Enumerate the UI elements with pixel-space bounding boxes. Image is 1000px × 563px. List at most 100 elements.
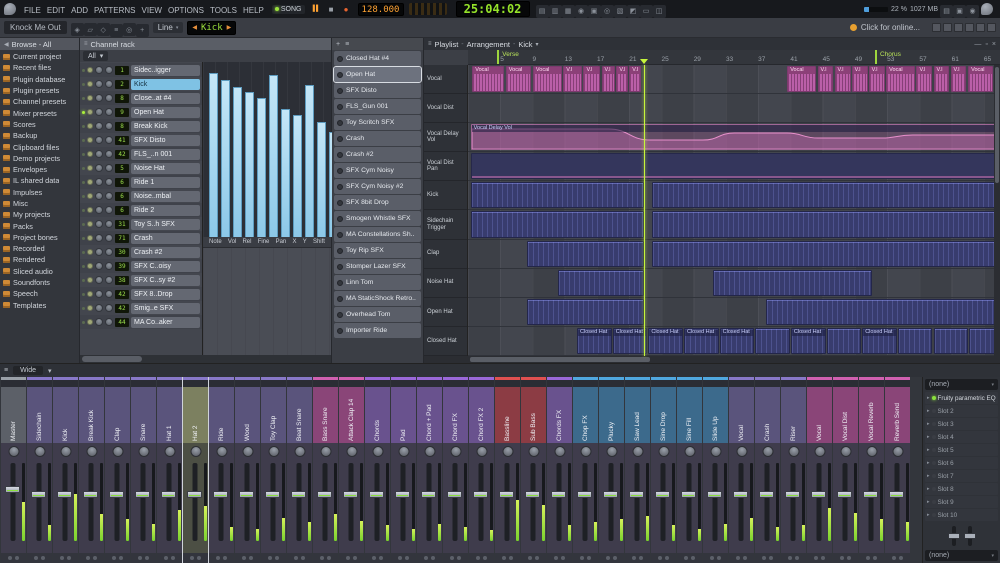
fader-handle[interactable] [135,491,150,498]
channel-mute-toggle[interactable] [87,291,93,297]
fx-slot[interactable]: ▸Slot 6 [925,457,998,469]
toolbar-icon[interactable]: ▤ [536,5,549,18]
mixer-strip[interactable]: Crash [755,377,780,563]
play-pause-button[interactable]: ▌▌ [310,6,323,12]
channel-row[interactable]: 44MA Co..aker [80,315,202,329]
graph-bar[interactable] [209,73,218,237]
menu-help[interactable]: HELP [240,6,267,15]
fader-handle[interactable] [577,491,592,498]
pattern-item[interactable]: MA Constellations Sh.. [334,227,421,242]
scroll-thumb[interactable] [82,356,142,362]
mute-led-icon[interactable] [34,556,38,560]
pan-knob[interactable] [632,446,643,457]
pattern-item[interactable]: Open Hat [334,67,421,82]
mute-led-icon[interactable] [788,556,792,560]
strip-label[interactable]: Saw Lead [625,387,650,443]
mixer-window-toggle[interactable] [965,23,974,32]
edit-tool-icon[interactable]: ▱ [84,23,97,36]
mixer-strip[interactable]: Sine Fill [677,377,702,563]
channel-volume-knob[interactable] [105,150,113,158]
hint-bar[interactable]: Click for online... [850,23,920,32]
toolbar-icon[interactable]: ▭ [640,5,653,18]
channel-pan-knob[interactable] [95,276,103,284]
playlist-clip[interactable] [652,182,998,208]
mute-led-icon[interactable] [528,556,532,560]
fader-handle[interactable] [291,491,306,498]
mixer-strip[interactable]: Chord FX 2 [469,377,494,563]
channel-volume-knob[interactable] [105,234,113,242]
toolbar-icon[interactable]: ▤ [940,5,953,18]
channel-pan-knob[interactable] [95,248,103,256]
strip-label[interactable]: Pad [391,387,416,443]
graph-bar[interactable] [221,80,230,237]
channel-rack-header[interactable]: ≡ Channel rack [80,38,331,50]
fx-enable-icon[interactable] [717,556,721,560]
toolbar-icon[interactable]: ◩ [627,5,640,18]
scroll-thumb[interactable] [995,67,999,183]
channel-row[interactable]: 6Ride 2 [80,203,202,217]
fader-handle[interactable] [525,491,540,498]
channel-pan-knob[interactable] [95,206,103,214]
fx-slot[interactable]: ▸Fruity parametric EQ 2 [925,392,998,404]
playlist-clip[interactable]: V.l [852,66,868,92]
mixer-strip[interactable]: Clap [105,377,130,563]
playlist-clip[interactable]: Vocal [533,66,562,92]
strip-label[interactable]: Vocal [807,387,832,443]
snap-selector[interactable]: Line ▾ [153,22,184,33]
fx-enable-icon[interactable] [691,556,695,560]
pan-knob[interactable] [190,446,201,457]
fx-enable-icon[interactable] [769,556,773,560]
pan-knob[interactable] [580,446,591,457]
browser-item[interactable]: Templates [0,300,79,311]
playlist-track-header[interactable]: Closed Hat [424,327,467,356]
pattern-item[interactable]: SFX 8bit Drop [334,195,421,210]
channel-rack-window-toggle[interactable] [954,23,963,32]
channel-name-button[interactable]: Crash #2 [131,247,200,258]
mixer-strip[interactable]: Chords [365,377,390,563]
channel-row[interactable]: 42SFX 8..Drop [80,287,202,301]
mute-led-icon[interactable] [242,556,246,560]
playlist-vscrollbar[interactable] [994,65,1000,356]
mute-led-icon[interactable] [424,556,428,560]
channel-volume-knob[interactable] [105,178,113,186]
channel-name-button[interactable]: SFX C..oisy [131,261,200,272]
minimize-icon[interactable]: — [974,41,981,48]
pan-knob[interactable] [710,446,721,457]
fx-enable-icon[interactable] [535,556,539,560]
browser-item[interactable]: Recorded [0,243,79,254]
fx-enable-icon[interactable] [457,556,461,560]
pattern-item[interactable]: MA StaticShock Retro.. [334,291,421,306]
mixer-strip[interactable]: Pad [391,377,416,563]
mixer-strip[interactable]: Kick [53,377,78,563]
strip-label[interactable]: Bass Snare [313,387,338,443]
pattern-item[interactable]: Overhead Tom [334,307,421,322]
fx-enable-icon[interactable] [379,556,383,560]
graph-bar[interactable] [257,98,266,237]
fader-handle[interactable] [603,491,618,498]
strip-label[interactable]: Chords FX [547,387,572,443]
time-display[interactable]: 25:04:02 [456,1,530,17]
strip-label[interactable]: Chord FX [443,387,468,443]
mixer-strip[interactable]: Riser [781,377,806,563]
piano-roll-window-toggle[interactable] [943,23,952,32]
fx-enable-icon[interactable] [327,556,331,560]
mute-led-icon[interactable] [372,556,376,560]
toolbar-icon[interactable]: ◫ [653,5,666,18]
channel-name-button[interactable]: SFX C..sy #2 [131,275,200,286]
playlist-track-lane[interactable] [468,94,1000,123]
mixer-strip[interactable]: Ride [209,377,234,563]
strip-label[interactable]: Sub Bass [521,387,546,443]
fader-handle[interactable] [707,491,722,498]
scroll-thumb[interactable] [470,357,650,362]
graph-bar[interactable] [245,92,254,237]
strip-label[interactable]: Hat 1 [157,387,182,443]
step-grid-area[interactable] [203,247,331,355]
playlist-clip[interactable]: Vocal [968,66,992,92]
fx-slot[interactable]: ▸Slot 2 [925,405,998,417]
mixer-strip[interactable]: Chord + Pad [417,377,442,563]
channel-name-button[interactable]: SFX Disto [131,135,200,146]
strip-label[interactable]: Toy Clap [261,387,286,443]
fx-slot[interactable]: ▸Slot 8 [925,483,998,495]
playlist-track-header[interactable]: Vocal Delay Vol [424,123,467,152]
playlist-track-header[interactable]: Open Hat [424,298,467,327]
